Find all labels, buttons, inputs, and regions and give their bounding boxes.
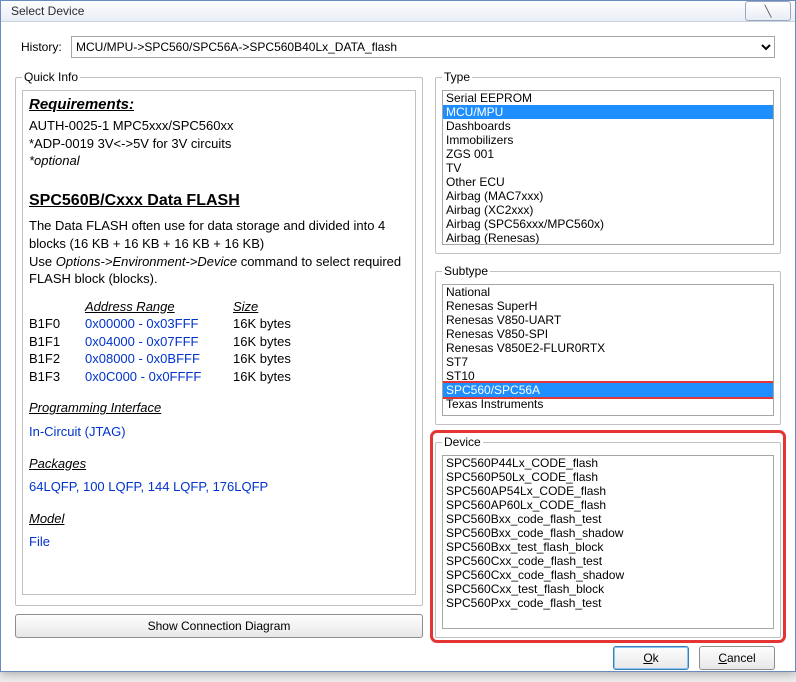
flash-text2a: Use (29, 254, 56, 269)
list-item[interactable]: SPC560/SPC56A (443, 383, 773, 397)
list-item[interactable]: Immobilizers (443, 133, 773, 147)
quickinfo-text[interactable]: Requirements: AUTH-0025-1 MPC5xxx/SPC560… (22, 90, 416, 595)
list-item[interactable]: Serial EEPROM (443, 91, 773, 105)
addr-size-h: Size (233, 298, 258, 316)
dialog-content: History: MCU/MPU->SPC560/SPC56A->SPC560B… (1, 22, 795, 682)
type-legend: Type (442, 70, 472, 84)
list-item[interactable]: Other ECU (443, 175, 773, 189)
dialog-buttons: Ok Cancel (15, 638, 781, 670)
history-label: History: (21, 40, 71, 54)
flash-text2b: Options->Environment->Device (56, 254, 237, 269)
req-line: *ADP-0019 3V<->5V for 3V circuits (29, 136, 231, 151)
packages-value[interactable]: 64LQFP, 100 LQFP, 144 LQFP, 176LQFP (29, 479, 268, 494)
addr-row: B1F10x04000 - 0x07FFF16K bytes (29, 333, 409, 351)
show-connection-diagram-button[interactable]: Show Connection Diagram (15, 614, 423, 638)
subtype-listbox[interactable]: NationalRenesas SuperHRenesas V850-UARTR… (442, 284, 774, 416)
list-item[interactable]: Airbag (Renesas) (443, 231, 773, 245)
addr-range-h: Address Range (85, 298, 233, 316)
list-item[interactable]: TV (443, 161, 773, 175)
addr-row: B1F20x08000 - 0x0BFFF16K bytes (29, 350, 409, 368)
list-item[interactable]: SPC560P44Lx_CODE_flash (443, 456, 773, 470)
list-item[interactable]: SPC560Bxx_test_flash_block (443, 540, 773, 554)
list-item[interactable]: Airbag (SPC56xxx/MPC560x) (443, 217, 773, 231)
prog-if-heading: Programming Interface (29, 399, 409, 417)
type-group: Type Serial EEPROMMCU/MPUDashboardsImmob… (435, 70, 781, 254)
list-item[interactable]: Renesas SuperH (443, 299, 773, 313)
addr-row: B1F00x00000 - 0x03FFF16K bytes (29, 315, 409, 333)
quickinfo-group: Quick Info Requirements: AUTH-0025-1 MPC… (15, 70, 423, 606)
device-listbox[interactable]: SPC560P44Lx_CODE_flashSPC560P50Lx_CODE_f… (442, 455, 774, 629)
list-item[interactable]: ST10 (443, 369, 773, 383)
packages-heading: Packages (29, 455, 409, 473)
req-line: AUTH-0025-1 MPC5xxx/SPC560xx (29, 118, 233, 133)
addr-row: B1F30x0C000 - 0x0FFFF16K bytes (29, 368, 409, 386)
list-item[interactable]: MCU/MPU (443, 105, 773, 119)
model-heading: Model (29, 510, 409, 528)
subtype-group: Subtype NationalRenesas SuperHRenesas V8… (435, 264, 781, 425)
window-title: Select Device (11, 4, 745, 18)
list-item[interactable]: SPC560Cxx_code_flash_shadow (443, 568, 773, 582)
ok-button[interactable]: Ok (613, 646, 689, 670)
history-row: History: MCU/MPU->SPC560/SPC56A->SPC560B… (21, 36, 775, 58)
addr-header: Address Range Size (29, 298, 409, 316)
model-value[interactable]: File (29, 534, 50, 549)
type-listbox[interactable]: Serial EEPROMMCU/MPUDashboardsImmobilize… (442, 90, 774, 245)
flash-text: The Data FLASH often use for data storag… (29, 218, 385, 251)
list-item[interactable]: National (443, 285, 773, 299)
cancel-button[interactable]: Cancel (699, 646, 775, 670)
list-item[interactable]: Renesas V850-UART (443, 313, 773, 327)
prog-if-value[interactable]: In-Circuit (JTAG) (29, 424, 126, 439)
list-item[interactable]: ZGS 001 (443, 147, 773, 161)
window-close-button[interactable]: ╲ (745, 1, 791, 21)
list-item[interactable]: SPC560Bxx_code_flash_test (443, 512, 773, 526)
list-item[interactable]: SPC560AP54Lx_CODE_flash (443, 484, 773, 498)
quickinfo-legend: Quick Info (22, 70, 80, 84)
list-item[interactable]: ST7 (443, 355, 773, 369)
list-item[interactable]: Renesas V850-SPI (443, 327, 773, 341)
list-item[interactable]: Airbag (XC2xxx) (443, 203, 773, 217)
left-column: Quick Info Requirements: AUTH-0025-1 MPC… (15, 70, 423, 638)
list-item[interactable]: SPC560Pxx_code_flash_test (443, 596, 773, 610)
list-item[interactable]: SPC560AP60Lx_CODE_flash (443, 498, 773, 512)
subtype-legend: Subtype (442, 264, 490, 278)
device-legend: Device (442, 435, 483, 449)
requirements-heading: Requirements: (29, 95, 409, 115)
main-layout: Quick Info Requirements: AUTH-0025-1 MPC… (15, 70, 781, 638)
history-dropdown[interactable]: MCU/MPU->SPC560/SPC56A->SPC560B40Lx_DATA… (71, 36, 775, 58)
list-item[interactable]: SPC560Cxx_test_flash_block (443, 582, 773, 596)
list-item[interactable]: SPC560Bxx_code_flash_shadow (443, 526, 773, 540)
device-group: Device SPC560P44Lx_CODE_flashSPC560P50Lx… (435, 435, 781, 638)
list-item[interactable]: Texas Instruments (443, 397, 773, 411)
list-item[interactable]: Dashboards (443, 119, 773, 133)
req-line-optional: *optional (29, 153, 80, 168)
titlebar: Select Device ╲ (1, 1, 795, 22)
flash-heading: SPC560B/Cxxx Data FLASH (29, 190, 409, 212)
list-item[interactable]: Renesas V850E2-FLUR0RTX (443, 341, 773, 355)
list-item[interactable]: Airbag (MAC7xxx) (443, 189, 773, 203)
list-item[interactable]: SPC560P50Lx_CODE_flash (443, 470, 773, 484)
select-device-dialog: Select Device ╲ History: MCU/MPU->SPC560… (0, 0, 796, 672)
list-item[interactable]: SPC560Cxx_code_flash_test (443, 554, 773, 568)
right-column: Type Serial EEPROMMCU/MPUDashboardsImmob… (435, 70, 781, 638)
